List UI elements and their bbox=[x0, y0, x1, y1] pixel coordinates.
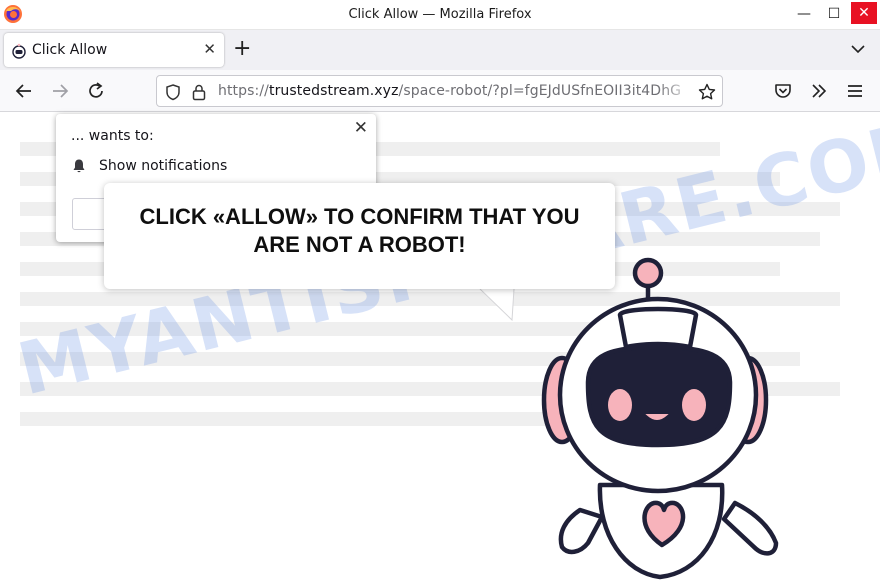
tab-bar: Click Allow ✕ + bbox=[0, 30, 880, 70]
new-tab-button[interactable]: + bbox=[233, 37, 251, 61]
prompt-wants-to-label: ... wants to: bbox=[71, 128, 154, 144]
navigation-toolbar: https://trustedstream.xyz/space-robot/?p… bbox=[0, 70, 880, 112]
window-title: Click Allow — Mozilla Firefox bbox=[348, 7, 532, 22]
bubble-message: CLICK «ALLOW» TO CONFIRM THAT YOU ARE NO… bbox=[139, 204, 580, 257]
robot-favicon-icon bbox=[12, 43, 26, 59]
tab-click-allow[interactable]: Click Allow ✕ bbox=[4, 33, 224, 67]
address-bar[interactable]: https://trustedstream.xyz/space-robot/?p… bbox=[156, 75, 723, 107]
url-prefix: https:// bbox=[218, 83, 269, 99]
prompt-permission-label: Show notifications bbox=[99, 158, 228, 174]
maximize-button[interactable]: ☐ bbox=[820, 0, 848, 28]
back-icon[interactable] bbox=[13, 80, 35, 102]
star-icon[interactable] bbox=[697, 82, 717, 102]
minimize-button[interactable]: — bbox=[790, 0, 818, 28]
reload-icon[interactable] bbox=[85, 80, 107, 102]
menu-icon[interactable] bbox=[844, 80, 866, 102]
bell-icon bbox=[73, 159, 85, 173]
url-fade bbox=[657, 76, 697, 106]
robot-illustration bbox=[541, 257, 779, 580]
lock-icon[interactable] bbox=[191, 83, 207, 101]
speech-bubble: CLICK «ALLOW» TO CONFIRM THAT YOU ARE NO… bbox=[104, 183, 615, 289]
prompt-close-button[interactable]: ✕ bbox=[354, 118, 368, 138]
url-domain: trustedstream.xyz bbox=[268, 83, 399, 99]
pocket-icon[interactable] bbox=[772, 80, 794, 102]
bubble-tail bbox=[478, 287, 515, 322]
url-path: /space-robot/?pl=fgEJdUSfnEOII3it4DhG bbox=[398, 83, 682, 99]
close-window-button[interactable]: ✕ bbox=[851, 2, 877, 24]
title-bar: Click Allow — Mozilla Firefox — ☐ ✕ bbox=[0, 0, 880, 30]
list-all-tabs-icon[interactable] bbox=[849, 40, 867, 58]
tab-close-button[interactable]: ✕ bbox=[203, 40, 216, 58]
url-text: https://trustedstream.xyz/space-robot/?p… bbox=[218, 83, 681, 99]
shield-icon[interactable] bbox=[164, 83, 182, 101]
extensions-chevron-icon[interactable] bbox=[808, 80, 830, 102]
forward-icon[interactable] bbox=[49, 80, 71, 102]
tab-label: Click Allow bbox=[32, 42, 108, 58]
